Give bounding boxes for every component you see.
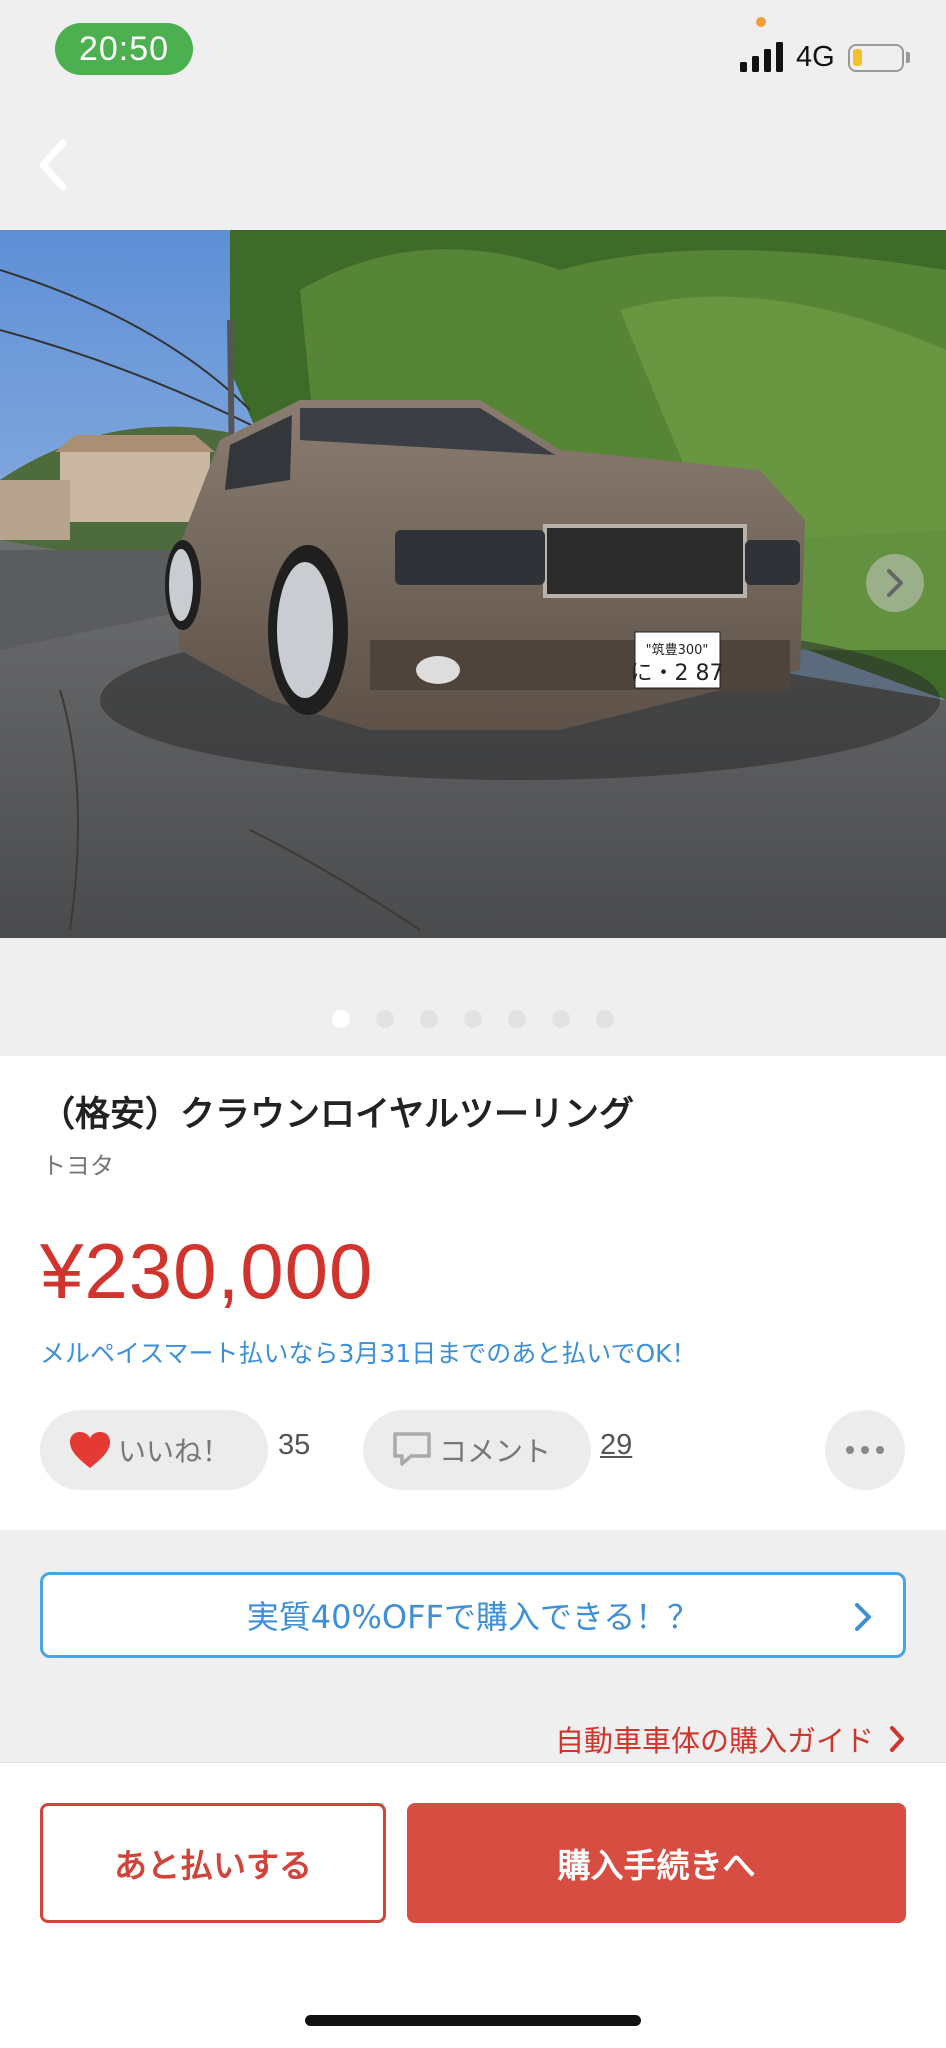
like-count: 35 — [278, 1429, 311, 1461]
item-info-card: （格安）クラウンロイヤルツーリング トヨタ ¥230,000 メルペイスマート払… — [0, 1056, 946, 1530]
chevron-right-icon — [890, 1726, 904, 1752]
signal-icon — [740, 42, 783, 72]
battery-tip — [906, 52, 910, 63]
comment-label: コメント — [439, 1435, 552, 1468]
pagination-dot-5[interactable] — [508, 1010, 526, 1028]
status-bar: 20:50 4G — [0, 0, 946, 100]
home-indicator[interactable] — [305, 2015, 641, 2026]
comment-bubble-icon — [393, 1432, 431, 1466]
pagination-dot-1[interactable] — [332, 1010, 350, 1028]
comment-count[interactable]: 29 — [600, 1429, 632, 1462]
photo-pagination — [0, 1010, 946, 1028]
pagination-dot-3[interactable] — [420, 1010, 438, 1028]
battery-icon — [848, 44, 904, 72]
item-title: （格安）クラウンロイヤルツーリング — [40, 1095, 634, 1135]
item-photo[interactable]: "筑豊300" に・2 87 — [0, 230, 946, 938]
pay-later-button[interactable]: あと払いする — [40, 1803, 386, 1923]
privacy-indicator-dot — [756, 17, 766, 27]
next-photo-button[interactable] — [866, 554, 924, 612]
comment-button[interactable]: コメント — [363, 1410, 591, 1490]
pagination-dot-2[interactable] — [376, 1010, 394, 1028]
chevron-left-icon — [39, 139, 67, 191]
heart-icon — [70, 1432, 110, 1468]
license-plate-top: "筑豊300" — [646, 642, 709, 658]
chevron-right-icon — [887, 569, 903, 597]
discount-offer-button[interactable]: 実質40%OFFで購入できる！？ — [40, 1572, 906, 1658]
ellipsis-icon — [846, 1446, 884, 1454]
like-button[interactable]: いいね！ — [40, 1410, 268, 1490]
chevron-right-icon — [855, 1603, 871, 1631]
car-photo-image: "筑豊300" に・2 87 — [0, 230, 946, 938]
network-type: 4G — [796, 41, 835, 73]
more-options-button[interactable] — [825, 1410, 905, 1490]
pagination-dot-4[interactable] — [464, 1010, 482, 1028]
payment-promo-link[interactable]: メルペイスマート払いなら3月31日までのあと払いでOK！ — [40, 1334, 697, 1370]
pagination-dot-7[interactable] — [596, 1010, 614, 1028]
battery-level-fill — [853, 49, 862, 66]
license-plate-bottom: に・2 87 — [631, 661, 724, 686]
back-button[interactable] — [22, 130, 82, 200]
item-brand[interactable]: トヨタ — [42, 1146, 114, 1181]
guide-label: 自動車車体の購入ガイド — [554, 1724, 874, 1758]
like-label: いいね！ — [118, 1435, 231, 1468]
item-detail-screen: 20:50 4G "筑豊300" に・2 87 （格安）クラウンロイヤルツーリン… — [0, 0, 946, 2048]
purchase-guide-link[interactable]: 自動車車体の購入ガイド — [555, 1718, 906, 1760]
offer-label: 実質40%OFFで購入できる！？ — [246, 1598, 700, 1636]
status-time: 20:50 — [55, 23, 193, 75]
purchase-button[interactable]: 購入手続きへ — [407, 1803, 906, 1923]
item-price: ¥230,000 — [40, 1227, 374, 1315]
bottom-action-bar: あと払いする 購入手続きへ — [0, 1762, 946, 2048]
pagination-dot-6[interactable] — [552, 1010, 570, 1028]
